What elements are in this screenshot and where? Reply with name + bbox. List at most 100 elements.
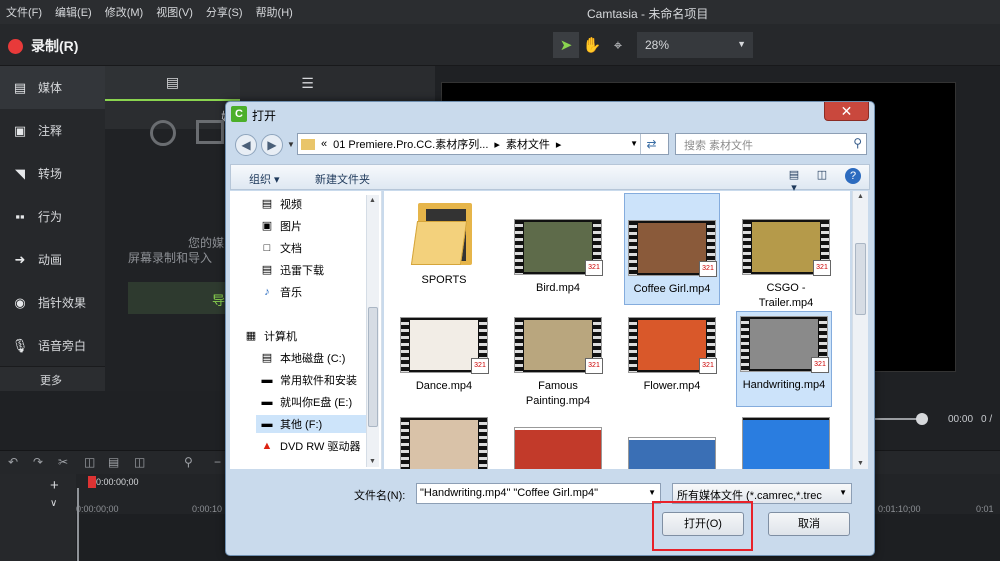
menu-view[interactable]: 视图(V) [156, 4, 193, 20]
file-item-famous-painting[interactable]: 321 Famous Painting.mp4 [510, 313, 606, 409]
help-icon[interactable]: ? [845, 168, 861, 184]
file-item-coffee-girl[interactable]: 321 Coffee Girl.mp4 [624, 193, 720, 305]
video-thumbnail [742, 417, 830, 469]
new-folder-button[interactable]: 新建文件夹 [315, 171, 370, 187]
scrub-track[interactable] [875, 418, 920, 420]
menu-share[interactable]: 分享(S) [206, 4, 243, 20]
breadcrumb-item[interactable]: 素材文件 [506, 136, 550, 152]
file-item[interactable] [510, 423, 606, 469]
scroll-thumb[interactable] [368, 307, 378, 427]
file-item-csgo-trailer[interactable]: 321 CSGO - Trailer.mp4 [738, 215, 834, 311]
scroll-down-icon[interactable]: ▼ [369, 458, 376, 465]
file-scrollbar[interactable]: ▲ ▼ [852, 191, 868, 469]
sidebar-item-animations[interactable]: ➜ 动画 [0, 238, 105, 281]
drive-icon: ▬ [261, 374, 273, 386]
chevron-down-icon[interactable]: ▼ [630, 139, 638, 148]
tab-library[interactable]: ☰ [240, 66, 375, 101]
sidebar-item-behaviors[interactable]: ▪▪ 行为 [0, 195, 105, 238]
breadcrumb-item[interactable]: 01 Premiere.Pro.CC.素材序列... [333, 136, 488, 152]
copy-icon[interactable]: ◫ [84, 455, 95, 469]
preview-pane-icon[interactable]: ◫ [813, 168, 831, 184]
add-track-icon[interactable]: + [50, 477, 59, 494]
scroll-up-icon[interactable]: ▲ [857, 193, 864, 200]
address-bar[interactable]: « 01 Premiere.Pro.CC.素材序列... ▸ 素材文件 ▸ ▼ … [297, 133, 669, 155]
menu-help[interactable]: 帮助(H) [256, 4, 293, 20]
file-item[interactable] [738, 413, 834, 469]
menu-edit[interactable]: 编辑(E) [55, 4, 92, 20]
nav-item-drive-f[interactable]: ▬ 其他 (F:) [256, 415, 369, 433]
file-item-sports[interactable]: SPORTS [396, 199, 492, 288]
breadcrumb-separator[interactable]: ▸ [494, 138, 500, 151]
search-placeholder: 搜索 素材文件 [684, 140, 754, 152]
menu-file[interactable]: 文件(F) [6, 4, 42, 20]
forward-button[interactable]: ▶ [261, 134, 283, 156]
sidebar-item-cursor-effects[interactable]: ◉ 指针效果 [0, 281, 105, 324]
close-button[interactable]: ✕ [824, 102, 869, 121]
organize-button[interactable]: 组织 ▾ [249, 171, 280, 187]
sidebar-item-voice-narration[interactable]: 🎙 语音旁白 [0, 324, 105, 367]
scrub-handle[interactable] [916, 413, 928, 425]
record-button[interactable]: 录制(R) [8, 36, 78, 56]
zoom-select[interactable]: 28% ▼ [637, 32, 753, 58]
nav-scrollbar[interactable]: ▲ ▼ [366, 195, 379, 467]
playhead-handle[interactable] [88, 476, 96, 488]
file-item[interactable] [624, 433, 720, 469]
playhead-time: 0:00:00;00 [96, 477, 139, 487]
sidebar-item-media[interactable]: ▤ 媒体 [0, 66, 105, 109]
nav-item-drive-d[interactable]: ▬ 常用软件和安装 [260, 371, 358, 389]
pan-tool-icon[interactable]: ✋ [579, 32, 605, 58]
nav-item-drive-c[interactable]: ▤ 本地磁盘 (C:) [260, 349, 346, 367]
file-item-bird[interactable]: 321 Bird.mp4 [510, 215, 606, 296]
crop-tool-icon[interactable]: ⌖ [605, 32, 631, 58]
nav-item-dvd-drive[interactable]: ▲ DVD RW 驱动器 [260, 437, 361, 455]
nav-item-videos[interactable]: ▤ 视频 [260, 195, 302, 213]
zoom-out-icon[interactable]: − [214, 455, 221, 469]
undo-icon[interactable]: ↶ [8, 455, 18, 469]
drive-icon: ▬ [261, 396, 273, 408]
refresh-icon[interactable]: ⇄ [640, 134, 662, 154]
nav-label: 就叫你E盘 (E:) [280, 397, 353, 409]
history-dropdown-icon[interactable]: ▼ [287, 140, 295, 149]
cancel-button[interactable]: 取消 [768, 512, 850, 536]
video-thumbnail: 321 [514, 317, 603, 374]
scroll-down-icon[interactable]: ▼ [857, 460, 864, 467]
time-separator: 0 / [981, 414, 993, 425]
nav-label: 视频 [280, 199, 302, 211]
breadcrumb-overflow[interactable]: « [321, 138, 327, 150]
music-library-icon: ♪ [264, 286, 270, 298]
back-button[interactable]: ◀ [235, 134, 257, 156]
sidebar-item-transitions[interactable]: ◥ 转场 [0, 152, 105, 195]
redo-icon[interactable]: ↷ [33, 455, 43, 469]
scroll-up-icon[interactable]: ▲ [369, 197, 376, 204]
file-item-dance[interactable]: 321 Dance.mp4 [396, 313, 492, 394]
nav-item-drive-e[interactable]: ▬ 就叫你E盘 (E:) [260, 393, 353, 411]
scroll-thumb[interactable] [855, 243, 866, 315]
nav-item-computer[interactable]: ▦ 计算机 [244, 327, 297, 345]
ruler-tick: 0:00:10 [192, 504, 223, 514]
view-mode-icon[interactable]: ▤ ▾ [785, 168, 803, 194]
paste-icon[interactable]: ▤ [108, 455, 119, 469]
video-thumbnail [514, 427, 602, 469]
microphone-icon: 🎙 [11, 337, 29, 353]
nav-item-thunder-downloads[interactable]: ▤ 迅雷下载 [260, 261, 324, 279]
zoom-icon[interactable]: ⚲ [184, 455, 193, 469]
chevron-down-icon[interactable]: ▼ [648, 488, 656, 497]
breadcrumb-separator[interactable]: ▸ [556, 138, 562, 151]
nav-item-documents[interactable]: □ 文档 [260, 239, 302, 257]
menu-modify[interactable]: 修改(M) [105, 4, 144, 20]
dialog-titlebar[interactable]: C 打开 ✕ [226, 102, 874, 126]
nav-item-music[interactable]: ♪ 音乐 [260, 283, 302, 301]
file-item-flower[interactable]: 321 Flower.mp4 [624, 313, 720, 394]
search-input[interactable]: 搜索 素材文件 ⚲ [675, 133, 867, 155]
cut-icon[interactable]: ✂ [58, 455, 68, 469]
sidebar-more[interactable]: 更多 + [0, 366, 119, 391]
nav-item-pictures[interactable]: ▣ 图片 [260, 217, 302, 235]
filename-input[interactable]: "Handwriting.mp4" "Coffee Girl.mp4" ▼ [416, 483, 661, 504]
sidebar-item-annotations[interactable]: ▣ 注释 [0, 109, 105, 152]
file-item-handwriting[interactable]: 321 Handwriting.mp4 [736, 311, 832, 407]
tab-media-bin[interactable]: ▤ [105, 66, 240, 101]
pointer-tool-icon[interactable]: ➤ [553, 32, 579, 58]
file-item[interactable] [396, 413, 492, 469]
split-icon[interactable]: ◫ [134, 455, 145, 469]
chevron-down-icon[interactable]: ∨ [50, 498, 57, 509]
